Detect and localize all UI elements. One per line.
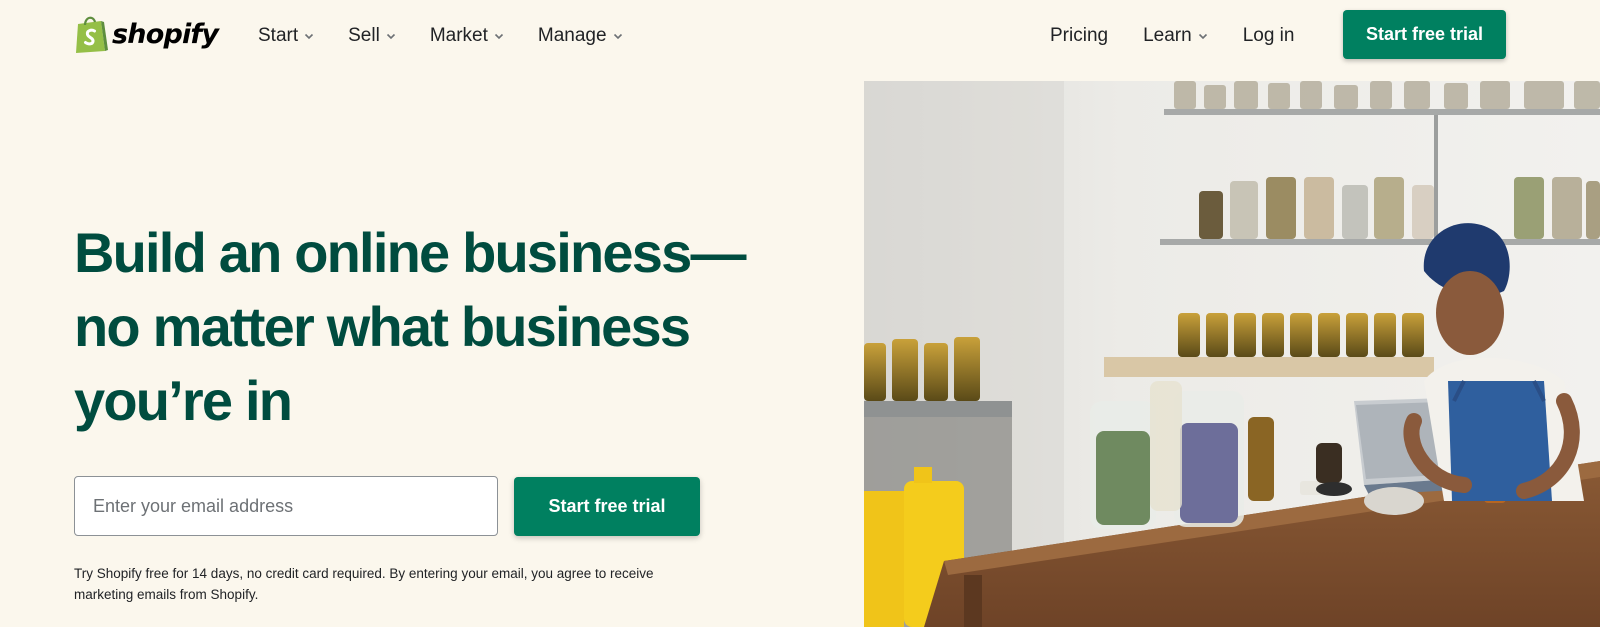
site-header: shopify Start Sell Market Manage Pricing… <box>0 0 1600 72</box>
trial-disclaimer: Try Shopify free for 14 days, no credit … <box>74 563 714 605</box>
nav-pricing-label: Pricing <box>1050 25 1109 46</box>
nav-market-label: Market <box>429 25 488 46</box>
chevron-down-icon <box>386 33 395 40</box>
nav-sell[interactable]: Sell <box>348 24 396 48</box>
hero-title-line-3: you’re in <box>74 369 293 432</box>
nav-sell-label: Sell <box>348 25 380 46</box>
hero-photo-illustration <box>864 81 1600 627</box>
nav-learn-label: Learn <box>1143 25 1192 46</box>
shopping-bag-icon <box>76 16 108 53</box>
nav-learn[interactable]: Learn <box>1143 24 1208 48</box>
hero-photo <box>864 81 1600 627</box>
nav-market[interactable]: Market <box>430 24 504 48</box>
shopify-logo[interactable]: shopify <box>74 14 219 54</box>
chevron-down-icon <box>494 33 503 40</box>
disclaimer-line-1: Try Shopify free for 14 days, no credit … <box>74 566 654 581</box>
hero-title: Build an online business— no matter what… <box>74 216 794 438</box>
secondary-nav: Pricing Learn Log in <box>1050 24 1294 48</box>
nav-start[interactable]: Start <box>258 24 314 48</box>
hero-title-line-2: no matter what business <box>74 295 691 358</box>
disclaimer-line-2: marketing emails from Shopify. <box>74 587 259 602</box>
hero-title-line-1: Build an online business— <box>74 221 746 284</box>
logo-wordmark: shopify <box>112 18 219 50</box>
hero-start-trial-button[interactable]: Start free trial <box>514 477 700 536</box>
chevron-down-icon <box>613 33 622 40</box>
email-input[interactable] <box>74 476 498 536</box>
header-start-trial-button[interactable]: Start free trial <box>1343 10 1506 59</box>
nav-login-label: Log in <box>1242 25 1295 46</box>
chevron-down-icon <box>1198 33 1207 40</box>
nav-login[interactable]: Log in <box>1243 24 1295 48</box>
nav-manage-label: Manage <box>537 25 607 46</box>
nav-start-label: Start <box>258 25 299 46</box>
nav-pricing[interactable]: Pricing <box>1050 24 1108 48</box>
nav-manage[interactable]: Manage <box>538 24 623 48</box>
chevron-down-icon <box>305 33 314 40</box>
primary-nav: Start Sell Market Manage <box>258 24 657 48</box>
